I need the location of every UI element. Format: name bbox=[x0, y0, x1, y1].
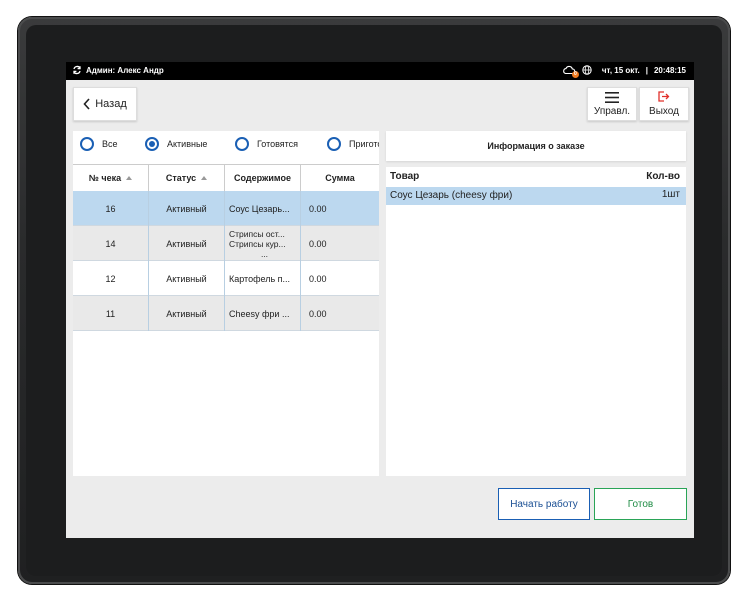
column-item-label: Товар bbox=[390, 171, 420, 182]
filter-active[interactable]: Активные bbox=[145, 137, 207, 151]
status-divider: | bbox=[645, 65, 648, 75]
order-info-panel: Информация о заказе Товар Кол-во Соус Це… bbox=[386, 131, 686, 476]
sync-icon[interactable] bbox=[72, 65, 82, 75]
column-header-sum[interactable]: Сумма bbox=[301, 165, 379, 191]
column-sum-label: Сумма bbox=[325, 173, 355, 183]
back-button-label: Назад bbox=[95, 98, 127, 110]
order-items-header: Товар Кол-во bbox=[386, 167, 686, 187]
radio-cooking[interactable] bbox=[235, 137, 249, 151]
status-date: чт, 15 окт. bbox=[601, 65, 640, 75]
menu-icon bbox=[605, 92, 619, 103]
order-info-title: Информация о заказе bbox=[386, 131, 686, 161]
order-number: 14 bbox=[73, 226, 149, 261]
exit-button-label: Выход bbox=[649, 106, 679, 117]
app-screen: Админ: Алекс Андр 0 чт, 15 окт. | 20:48:… bbox=[66, 62, 694, 538]
order-sum: 0.00 bbox=[309, 308, 327, 319]
order-status: Активный bbox=[149, 191, 225, 226]
current-user: Админ: Алекс Андр bbox=[86, 65, 164, 75]
column-number-label: № чека bbox=[88, 173, 122, 183]
order-sum: 0.00 bbox=[309, 273, 327, 284]
order-item-name: Соус Цезарь (cheesy фри) bbox=[390, 190, 513, 201]
column-status-label: Статус bbox=[165, 173, 197, 183]
order-content: Соус Цезарь... bbox=[225, 191, 301, 226]
column-content-label: Содержимое bbox=[234, 173, 291, 183]
sort-asc-icon bbox=[126, 176, 133, 180]
radio-ready[interactable] bbox=[327, 137, 341, 151]
orders-panel: Все Активные Готовятся Пригото № чека Ст… bbox=[73, 131, 379, 476]
back-button[interactable]: Назад bbox=[73, 87, 137, 121]
filter-active-label: Активные bbox=[167, 139, 208, 149]
filter-ready[interactable]: Пригото bbox=[327, 137, 379, 151]
table-row[interactable]: 12 Активный Картофель п... 0.00 bbox=[73, 261, 379, 296]
filter-cooking-label: Готовятся bbox=[257, 139, 299, 149]
chevron-left-icon bbox=[83, 98, 90, 110]
filter-ready-label: Пригото bbox=[349, 139, 379, 149]
radio-active[interactable] bbox=[145, 137, 159, 151]
table-row[interactable]: 16 Активный Соус Цезарь... 0.00 bbox=[73, 191, 379, 226]
order-item-qty: 1шт bbox=[661, 189, 680, 200]
order-sum: 0.00 bbox=[309, 238, 327, 249]
logout-icon bbox=[658, 91, 670, 102]
order-content: Cheesy фри ... bbox=[225, 296, 301, 331]
order-number: 16 bbox=[73, 191, 149, 226]
order-content: Картофель п... bbox=[225, 261, 301, 296]
order-number: 11 bbox=[73, 296, 149, 331]
order-content-line: Стрипсы кур... bbox=[229, 238, 286, 249]
table-row[interactable]: 14 Активный Стрипсы ост... Стрипсы кур..… bbox=[73, 226, 379, 261]
sync-badge: 0 bbox=[571, 71, 579, 78]
order-sum: 0.00 bbox=[309, 203, 327, 214]
table-row[interactable]: 11 Активный Cheesy фри ... 0.00 bbox=[73, 296, 379, 331]
globe-icon[interactable] bbox=[582, 65, 592, 75]
order-items: Товар Кол-во Соус Цезарь (cheesy фри) 1ш… bbox=[386, 167, 686, 476]
column-header-status[interactable]: Статус bbox=[149, 165, 225, 191]
cloud-icon[interactable]: 0 bbox=[562, 65, 579, 78]
order-status: Активный bbox=[149, 261, 225, 296]
order-item-row[interactable]: Соус Цезарь (cheesy фри) 1шт bbox=[386, 187, 686, 205]
start-work-button[interactable]: Начать работу bbox=[498, 488, 590, 520]
manage-button[interactable]: Управл. bbox=[587, 87, 637, 121]
filter-all[interactable]: Все bbox=[80, 137, 118, 151]
filter-cooking[interactable]: Готовятся bbox=[235, 137, 298, 151]
column-qty-label: Кол-во bbox=[646, 171, 680, 182]
status-bar: Админ: Алекс Андр 0 чт, 15 окт. | 20:48:… bbox=[66, 62, 694, 80]
column-header-number[interactable]: № чека bbox=[73, 165, 149, 191]
sort-asc-icon bbox=[201, 176, 208, 180]
order-status: Активный bbox=[149, 296, 225, 331]
top-toolbar: Назад Управл. Выход bbox=[66, 80, 694, 130]
status-filters: Все Активные Готовятся Пригото bbox=[73, 131, 379, 161]
order-content-line: ... bbox=[260, 248, 269, 259]
done-button[interactable]: Готов bbox=[594, 488, 687, 520]
column-header-content[interactable]: Содержимое bbox=[225, 165, 301, 191]
order-status: Активный bbox=[149, 226, 225, 261]
manage-button-label: Управл. bbox=[593, 106, 631, 117]
order-number: 12 bbox=[73, 261, 149, 296]
status-time: 20:48:15 bbox=[653, 65, 686, 75]
order-content: Стрипсы ост... Стрипсы кур... ... bbox=[225, 226, 301, 261]
filter-all-label: Все bbox=[102, 139, 118, 149]
exit-button[interactable]: Выход bbox=[639, 87, 689, 121]
radio-all[interactable] bbox=[80, 137, 94, 151]
orders-table-header: № чека Статус Содержимое Сумма bbox=[73, 164, 379, 192]
order-content-line: Стрипсы ост... bbox=[229, 228, 285, 239]
